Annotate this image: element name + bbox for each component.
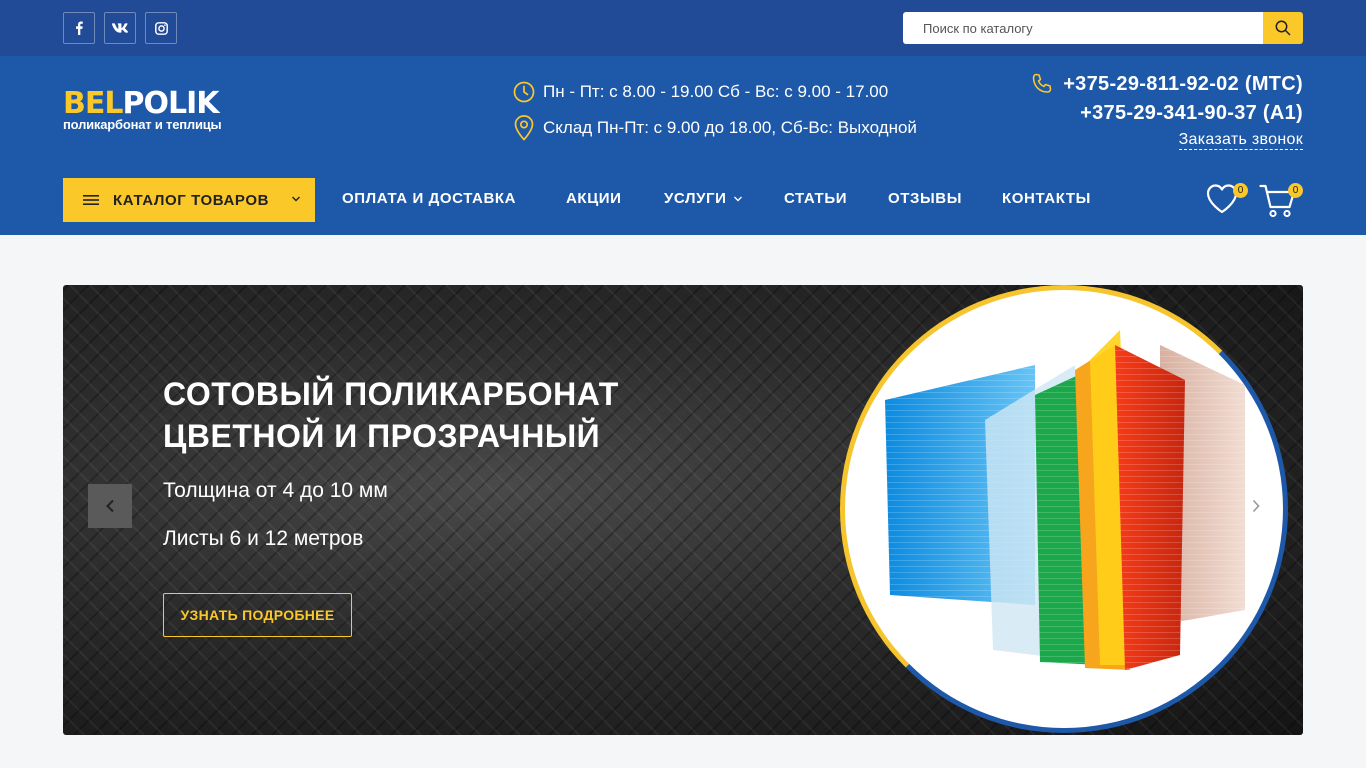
nav-payment-delivery[interactable]: ОПЛАТА И ДОСТАВКА [342, 190, 516, 207]
slider-prev-button[interactable] [88, 484, 132, 528]
slide-sheet-length: Листы 6 и 12 метров [163, 527, 364, 550]
top-bar [0, 0, 1366, 56]
working-hours: Пн - Пт: с 8.00 - 19.00 Сб - Вс: с 9.00 … [513, 81, 888, 103]
phone-a1[interactable]: +375-29-341-90-37 (A1) [1080, 102, 1303, 125]
vk-icon[interactable] [104, 12, 136, 44]
wishlist-count: 0 [1233, 183, 1248, 198]
chevron-down-icon [733, 196, 742, 201]
search-icon [1275, 20, 1291, 36]
logo-tagline: поликарбонат и теплицы [63, 117, 222, 132]
facebook-icon[interactable] [63, 12, 95, 44]
clock-icon [513, 81, 535, 103]
cart-button[interactable]: 0 [1259, 183, 1305, 219]
phone-icon [1032, 73, 1052, 93]
slide-thickness: Толщина от 4 до 10 мм [163, 479, 388, 502]
wishlist-button[interactable]: 0 [1205, 183, 1248, 219]
search-button[interactable] [1263, 12, 1303, 44]
phone-mts[interactable]: +375-29-811-92-02 (МТС) [1063, 73, 1303, 96]
nav-services[interactable]: УСЛУГИ [664, 190, 743, 207]
search-input[interactable] [903, 12, 1264, 44]
product-image [840, 285, 1288, 733]
learn-more-button[interactable]: УЗНАТЬ ПОДРОБНЕЕ [163, 593, 352, 637]
logo[interactable]: BELPOLIK поликарбонат и теплицы [63, 89, 245, 132]
slide-title-line-1: СОТОВЫЙ ПОЛИКАРБОНАТ [163, 376, 619, 412]
slider-next-button[interactable] [1246, 496, 1266, 516]
nav-services-label: УСЛУГИ [664, 190, 727, 207]
slide-title-line-2: ЦВЕТНОЙ И ПРОЗРАЧНЫЙ [163, 418, 601, 454]
nav-contacts[interactable]: КОНТАКТЫ [1002, 190, 1091, 207]
nav-reviews[interactable]: ОТЗЫВЫ [888, 190, 962, 207]
catalog-button[interactable]: КАТАЛОГ ТОВАРОВ [63, 178, 315, 222]
nav-promotions[interactable]: АКЦИИ [566, 190, 622, 207]
menu-icon [83, 195, 99, 205]
cart-count: 0 [1288, 183, 1303, 198]
warehouse-hours: Склад Пн-Пт: с 9.00 до 18.00, Сб-Вс: Вых… [513, 115, 917, 141]
logo-wordmark: BELPOLIK [63, 86, 220, 121]
chevron-left-icon [106, 499, 114, 513]
slide-title: СОТОВЫЙ ПОЛИКАРБОНАТ ЦВЕТНОЙ И ПРОЗРАЧНЫ… [163, 373, 619, 457]
hero-slider: СОТОВЫЙ ПОЛИКАРБОНАТ ЦВЕТНОЙ И ПРОЗРАЧНЫ… [63, 285, 1303, 735]
instagram-icon[interactable] [145, 12, 177, 44]
chevron-right-icon [1252, 499, 1260, 513]
callback-link[interactable]: Заказать звонок [1178, 130, 1303, 150]
warehouse-text: Склад Пн-Пт: с 9.00 до 18.00, Сб-Вс: Вых… [543, 118, 917, 137]
catalog-label: КАТАЛОГ ТОВАРОВ [113, 191, 270, 209]
hours-text: Пн - Пт: с 8.00 - 19.00 Сб - Вс: с 9.00 … [543, 82, 889, 101]
location-pin-icon [514, 115, 534, 141]
chevron-down-icon [292, 196, 300, 202]
nav-articles[interactable]: СТАТЬИ [784, 190, 847, 207]
header: BELPOLIK поликарбонат и теплицы Пн - Пт:… [0, 56, 1366, 235]
